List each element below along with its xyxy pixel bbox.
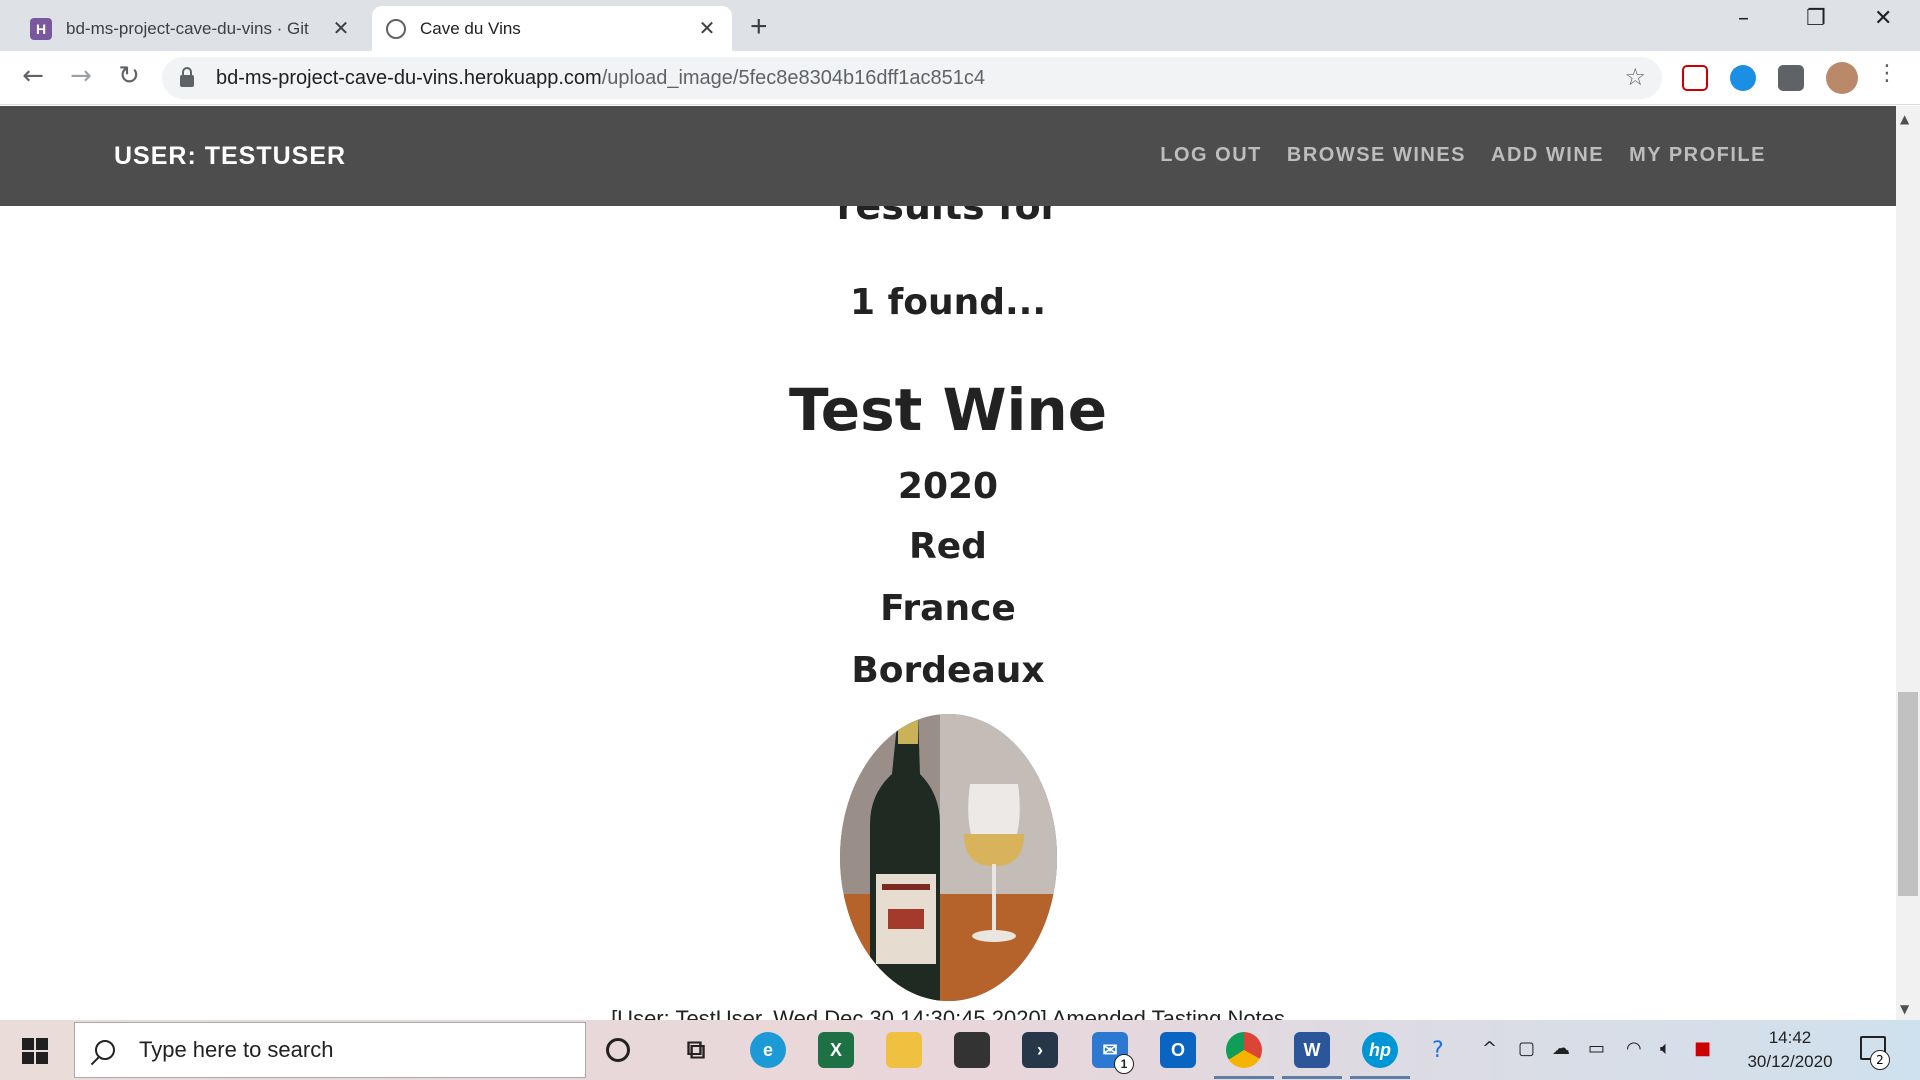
- store-icon[interactable]: [954, 1032, 990, 1068]
- site-navbar: USER: TESTUSER LOG OUT BROWSE WINES ADD …: [0, 106, 1896, 206]
- globe-icon: [386, 18, 406, 39]
- wine-region: Bordeaux: [851, 650, 1045, 691]
- bookmark-star-icon[interactable]: ☆: [1624, 63, 1646, 91]
- nav-links: LOG OUT BROWSE WINES ADD WINE MY PROFILE: [1160, 144, 1766, 167]
- wifi-icon[interactable]: ◠: [1626, 1038, 1642, 1059]
- outlook-icon[interactable]: O: [1160, 1032, 1196, 1068]
- reload-icon[interactable]: ↻: [112, 61, 146, 91]
- lock-icon: [180, 67, 194, 87]
- security-icon[interactable]: ■: [1694, 1038, 1711, 1059]
- hp-icon[interactable]: hp: [1362, 1032, 1398, 1068]
- web-page: results for 1 found... Test Wine 2020 Re…: [0, 106, 1896, 1020]
- mail-badge: 1: [1114, 1054, 1134, 1074]
- wine-photo: [840, 714, 1057, 1001]
- back-icon[interactable]: ←: [16, 61, 50, 91]
- close-tab-icon[interactable]: ✕: [330, 16, 352, 41]
- clock-date: 30/12/2020: [1747, 1052, 1833, 1071]
- close-tab-icon[interactable]: ✕: [696, 16, 718, 41]
- chevron-up-icon[interactable]: ^: [1482, 1038, 1497, 1059]
- notification-count: 2: [1870, 1050, 1890, 1070]
- app-icon[interactable]: ›: [1022, 1032, 1058, 1068]
- tasting-notes: [User: TestUser, Wed Dec 30 14:30:45 202…: [611, 1006, 1285, 1020]
- wine-color: Red: [909, 526, 987, 567]
- file-explorer-icon[interactable]: [886, 1032, 922, 1068]
- wine-name: Test Wine: [788, 376, 1108, 444]
- menu-dots-icon[interactable]: ⋮: [1870, 61, 1904, 86]
- nav-logout-link[interactable]: LOG OUT: [1160, 144, 1262, 167]
- tab-title: bd-ms-project-cave-du-vins · Git: [66, 18, 309, 38]
- extension-icon[interactable]: [1730, 65, 1756, 91]
- cortana-icon[interactable]: [606, 1038, 630, 1062]
- user-brand: USER: TESTUSER: [114, 142, 347, 170]
- address-bar[interactable]: bd-ms-project-cave-du-vins.herokuapp.com…: [162, 57, 1662, 99]
- chrome-icon[interactable]: [1226, 1032, 1262, 1068]
- scroll-down-arrow[interactable]: ▼: [1900, 1002, 1909, 1016]
- minimize-icon[interactable]: –: [1738, 6, 1749, 31]
- heroku-icon: H: [30, 17, 52, 40]
- nav-add-wine-link[interactable]: ADD WINE: [1491, 144, 1604, 167]
- forward-icon[interactable]: →: [64, 61, 98, 91]
- tab-cave-du-vins[interactable]: Cave du Vins ✕: [372, 6, 732, 51]
- scroll-up-arrow[interactable]: ▲: [1900, 112, 1909, 126]
- new-tab-button[interactable]: +: [750, 10, 768, 44]
- nav-browse-wines-link[interactable]: BROWSE WINES: [1287, 144, 1466, 167]
- active-app-indicator: [1282, 1076, 1342, 1079]
- close-window-icon[interactable]: ✕: [1874, 6, 1892, 31]
- found-count: 1 found...: [849, 282, 1047, 323]
- wine-vintage: 2020: [897, 466, 999, 507]
- nav-my-profile-link[interactable]: MY PROFILE: [1629, 144, 1766, 167]
- taskbar-clock[interactable]: 14:42 30/12/2020: [1732, 1026, 1848, 1074]
- profile-avatar[interactable]: [1826, 62, 1858, 94]
- extensions-puzzle-icon[interactable]: [1778, 65, 1804, 91]
- onedrive-icon[interactable]: ☁: [1552, 1038, 1570, 1059]
- excel-icon[interactable]: X: [818, 1032, 854, 1068]
- tab-github[interactable]: H bd-ms-project-cave-du-vins · Git ✕: [16, 6, 366, 51]
- edge-icon[interactable]: e: [750, 1032, 786, 1068]
- scrollbar-thumb[interactable]: [1898, 692, 1918, 896]
- windows-start-icon[interactable]: [22, 1038, 48, 1064]
- search-icon: [95, 1040, 115, 1060]
- url-text: bd-ms-project-cave-du-vins.herokuapp.com…: [216, 66, 986, 89]
- help-icon[interactable]: ?: [1432, 1038, 1444, 1063]
- restore-icon[interactable]: ❐: [1806, 6, 1826, 31]
- tab-strip: H bd-ms-project-cave-du-vins · Git ✕ Cav…: [0, 0, 1920, 51]
- search-placeholder: Type here to search: [139, 1037, 334, 1062]
- wine-country: France: [880, 588, 1016, 629]
- volume-icon[interactable]: 🔈︎: [1660, 1038, 1671, 1059]
- meet-now-icon[interactable]: ▢: [1518, 1038, 1535, 1059]
- pocket-extension-icon[interactable]: [1682, 65, 1708, 91]
- clock-time: 14:42: [1768, 1028, 1812, 1047]
- tab-title: Cave du Vins: [420, 18, 521, 38]
- active-app-indicator: [1214, 1076, 1274, 1079]
- active-app-indicator: [1350, 1076, 1410, 1079]
- word-icon[interactable]: W: [1294, 1032, 1330, 1068]
- windows-taskbar: Type here to search ⧉ e X › ✉ 1 O W hp ?…: [0, 1020, 1920, 1080]
- taskbar-search-box[interactable]: Type here to search: [74, 1022, 586, 1078]
- browser-toolbar: ← → ↻ bd-ms-project-cave-du-vins.herokua…: [0, 51, 1920, 105]
- battery-icon[interactable]: ▭: [1588, 1038, 1605, 1059]
- task-view-icon[interactable]: ⧉: [678, 1032, 714, 1068]
